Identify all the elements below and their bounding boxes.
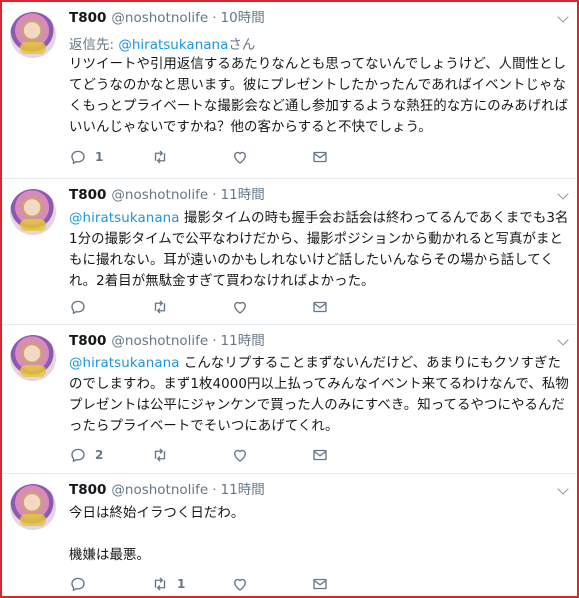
retweet-icon bbox=[154, 150, 166, 164]
dm-button[interactable] bbox=[311, 574, 329, 594]
user-handle[interactable]: @noshotnolife bbox=[111, 482, 208, 498]
dm-button[interactable] bbox=[311, 147, 329, 167]
user-handle[interactable]: @noshotnolife bbox=[111, 10, 208, 26]
reply-icon bbox=[71, 577, 85, 592]
dm-icon bbox=[313, 151, 327, 163]
display-name[interactable]: T800 bbox=[69, 482, 106, 498]
user-handle[interactable]: @noshotnolife bbox=[111, 187, 208, 203]
tweet-body: リツイートや引用返信するあたりなんとも思ってないんでしょうけど、人間性としてどう… bbox=[69, 57, 569, 135]
tweet-text: リツイートや引用返信するあたりなんとも思ってないんでしょうけど、人間性としてどう… bbox=[69, 54, 569, 138]
retweet-button[interactable] bbox=[151, 297, 177, 317]
tweet-header: T800 @noshotnolife · 10時間 bbox=[69, 9, 577, 27]
timestamp[interactable]: 10時間 bbox=[221, 10, 265, 26]
separator: · bbox=[212, 333, 217, 349]
tweet-header: T800 @noshotnolife · 11時間 bbox=[69, 332, 577, 350]
like-button[interactable] bbox=[231, 445, 257, 465]
reply-prefix: 返信先: bbox=[69, 37, 119, 53]
separator: · bbox=[212, 10, 217, 26]
tweet-body: 今日は終始イラつく日だわ。 機嫌は最悪。 bbox=[69, 506, 245, 563]
reply-count: 1 bbox=[95, 150, 104, 164]
like-button[interactable] bbox=[231, 147, 257, 167]
display-name[interactable]: T800 bbox=[69, 10, 106, 26]
separator: · bbox=[212, 482, 217, 498]
retweet-button[interactable]: 1 bbox=[151, 574, 185, 594]
mention-link[interactable]: @hiratsukanana bbox=[69, 356, 180, 371]
retweet-icon bbox=[154, 448, 166, 462]
reply-mention-link[interactable]: @hiratsukanana bbox=[118, 37, 228, 53]
tweet-header: T800 @noshotnolife · 11時間 bbox=[69, 481, 577, 499]
dm-button[interactable] bbox=[311, 445, 329, 465]
retweet-button[interactable] bbox=[151, 445, 177, 465]
tweet-header: T800 @noshotnolife · 11時間 bbox=[69, 186, 577, 204]
avatar[interactable] bbox=[10, 12, 56, 58]
like-icon bbox=[234, 301, 246, 314]
avatar[interactable] bbox=[10, 335, 56, 381]
tweet-text: @hiratsukanana こんなリプすることまずないんだけど、あまりにもクソ… bbox=[69, 353, 569, 437]
reply-suffix: さん bbox=[228, 37, 256, 53]
like-button[interactable] bbox=[231, 574, 257, 594]
tweet[interactable]: T800 @noshotnolife · 11時間 今日は終始イラつく日だわ。 機嫌は… bbox=[2, 474, 577, 596]
reply-icon bbox=[71, 448, 85, 463]
reply-context: 返信先: @hiratsukananaさん bbox=[69, 33, 255, 53]
like-button[interactable] bbox=[231, 297, 257, 317]
dm-icon bbox=[313, 301, 327, 313]
like-icon bbox=[234, 449, 246, 462]
retweet-button[interactable] bbox=[151, 147, 177, 167]
tweet-text: @hiratsukanana 撮影タイムの時も握手会お話会は終わってるんであくま… bbox=[69, 208, 569, 292]
display-name[interactable]: T800 bbox=[69, 187, 106, 203]
timestamp[interactable]: 11時間 bbox=[221, 482, 265, 498]
reply-icon bbox=[71, 300, 85, 315]
avatar[interactable] bbox=[10, 189, 56, 235]
user-handle[interactable]: @noshotnolife bbox=[111, 333, 208, 349]
display-name[interactable]: T800 bbox=[69, 333, 106, 349]
reply-button[interactable] bbox=[69, 574, 95, 594]
tweet-actions: 1 bbox=[69, 147, 569, 167]
dm-icon bbox=[313, 449, 327, 461]
retweet-icon bbox=[154, 300, 166, 314]
timestamp[interactable]: 11時間 bbox=[221, 333, 265, 349]
avatar[interactable] bbox=[10, 484, 56, 530]
reply-button[interactable]: 2 bbox=[69, 445, 103, 465]
tweet-text: 今日は終始イラつく日だわ。 機嫌は最悪。 bbox=[69, 503, 569, 566]
tweet-actions: 1 bbox=[69, 574, 569, 594]
tweet-actions bbox=[69, 297, 569, 317]
dm-icon bbox=[313, 578, 327, 590]
separator: · bbox=[212, 187, 217, 203]
retweet-icon bbox=[154, 577, 166, 591]
tweet[interactable]: T800 @noshotnolife · 11時間 @hiratsukanana 撮影… bbox=[2, 179, 577, 325]
mention-link[interactable]: @hiratsukanana bbox=[69, 211, 180, 226]
tweet[interactable]: T800 @noshotnolife · 10時間 返信先: @hiratsukana… bbox=[2, 2, 577, 179]
reply-button[interactable] bbox=[69, 297, 95, 317]
like-icon bbox=[234, 151, 246, 164]
like-icon bbox=[234, 578, 246, 591]
tweet-actions: 2 bbox=[69, 445, 569, 465]
retweet-count: 1 bbox=[177, 577, 186, 591]
timeline: T800 @noshotnolife · 10時間 返信先: @hiratsukana… bbox=[0, 0, 579, 598]
dm-button[interactable] bbox=[311, 297, 329, 317]
reply-icon bbox=[71, 150, 85, 165]
reply-button[interactable]: 1 bbox=[69, 147, 103, 167]
reply-count: 2 bbox=[95, 448, 104, 462]
timestamp[interactable]: 11時間 bbox=[221, 187, 265, 203]
tweet[interactable]: T800 @noshotnolife · 11時間 @hiratsukanana こん… bbox=[2, 325, 577, 474]
